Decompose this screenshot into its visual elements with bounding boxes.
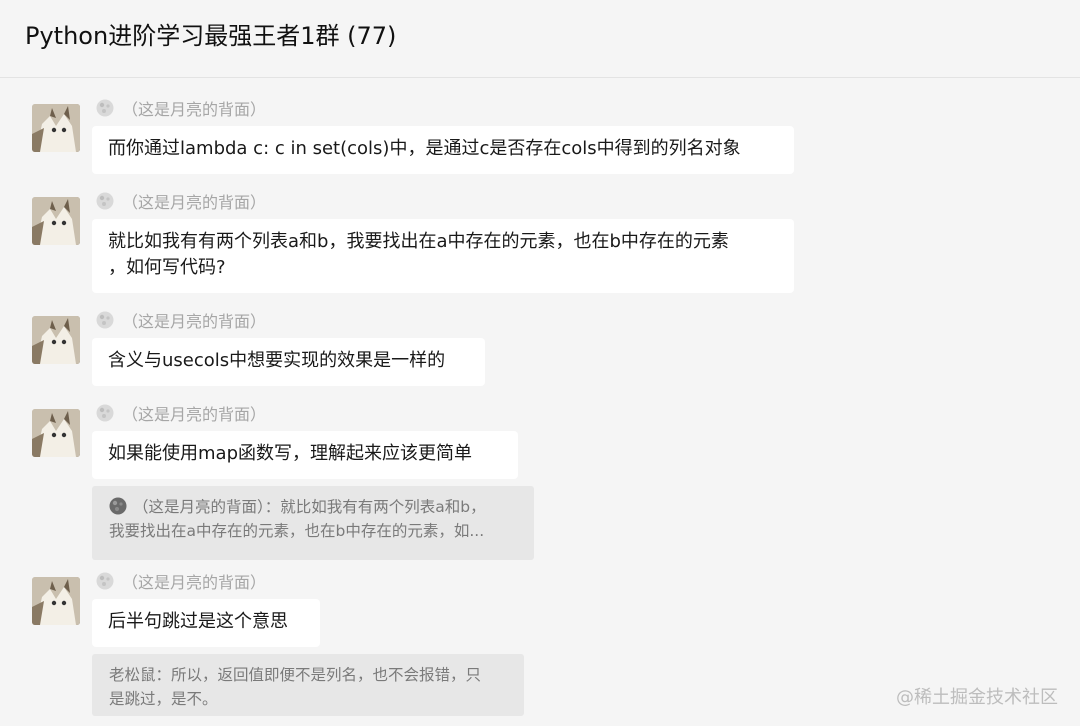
quote-sender: （这是月亮的背面） [133, 498, 265, 516]
message-bubble[interactable]: 如果能使用map函数写，理解起来应该更简单 [92, 431, 518, 479]
moon-avatar-icon [96, 311, 114, 329]
moon-avatar-icon [96, 192, 114, 210]
watermark: @稀土掘金技术社区 [896, 687, 1058, 708]
sender-row: （这是月亮的背面） [96, 189, 266, 213]
avatar[interactable] [32, 104, 80, 152]
quote-line: （这是月亮的背面）：就比如我有有两个列表a和b， [109, 495, 517, 519]
cat-avatar-icon [32, 577, 80, 625]
quote-line: 我要找出在a中存在的元素，也在b中存在的元素，如... [109, 522, 485, 540]
message-text: 而你通过lambda c: c in set(cols)中，是通过c是否存在co… [108, 138, 741, 159]
sender-row: （这是月亮的背面） [96, 569, 266, 593]
message-text: 如果能使用map函数写，理解起来应该更简单 [108, 443, 472, 464]
cat-avatar-icon [32, 104, 80, 152]
avatar[interactable] [32, 197, 80, 245]
avatar[interactable] [32, 409, 80, 457]
quote-text: ：就比如我有有两个列表a和b， [264, 498, 486, 516]
cat-avatar-icon [32, 409, 80, 457]
message-bubble[interactable]: 而你通过lambda c: c in set(cols)中，是通过c是否存在co… [92, 126, 794, 174]
sender-row: （这是月亮的背面） [96, 401, 266, 425]
chat-title[interactable]: Python进阶学习最强王者1群 (77) [25, 20, 396, 52]
sender-row: （这是月亮的背面） [96, 308, 266, 332]
quoted-message[interactable]: （这是月亮的背面）：就比如我有有两个列表a和b， 我要找出在a中存在的元素，也在… [92, 486, 534, 560]
sender-name[interactable]: （这是月亮的背面） [122, 189, 266, 213]
quote-line: 老松鼠：所以，返回值即便不是列名，也不会报错，只 [109, 666, 482, 684]
avatar[interactable] [32, 316, 80, 364]
cat-avatar-icon [32, 197, 80, 245]
quoted-message[interactable]: 老松鼠：所以，返回值即便不是列名，也不会报错，只 是跳过，是不。 [92, 654, 524, 716]
sender-name[interactable]: （这是月亮的背面） [122, 569, 266, 593]
avatar[interactable] [32, 577, 80, 625]
message-bubble[interactable]: 就比如我有有两个列表a和b，我要找出在a中存在的元素，也在b中存在的元素 ，如何… [92, 219, 794, 293]
message-text: 后半句跳过是这个意思 [108, 611, 288, 632]
message-text-line: 就比如我有有两个列表a和b，我要找出在a中存在的元素，也在b中存在的元素 [108, 231, 729, 252]
sender-row: （这是月亮的背面） [96, 96, 266, 120]
message-text: 含义与usecols中想要实现的效果是一样的 [108, 350, 446, 371]
sender-name[interactable]: （这是月亮的背面） [122, 308, 266, 332]
message-text-line: ，如何写代码? [108, 257, 226, 278]
cat-avatar-icon [32, 316, 80, 364]
moon-avatar-icon [96, 572, 114, 590]
moon-avatar-icon [96, 99, 114, 117]
chat-header: Python进阶学习最强王者1群 (77) [0, 0, 1080, 78]
message-bubble[interactable]: 后半句跳过是这个意思 [92, 599, 320, 647]
message-bubble[interactable]: 含义与usecols中想要实现的效果是一样的 [92, 338, 485, 386]
sender-name[interactable]: （这是月亮的背面） [122, 96, 266, 120]
sender-name[interactable]: （这是月亮的背面） [122, 401, 266, 425]
moon-avatar-icon [109, 497, 127, 515]
quote-line: 是跳过，是不。 [109, 690, 218, 708]
moon-avatar-icon [96, 404, 114, 422]
